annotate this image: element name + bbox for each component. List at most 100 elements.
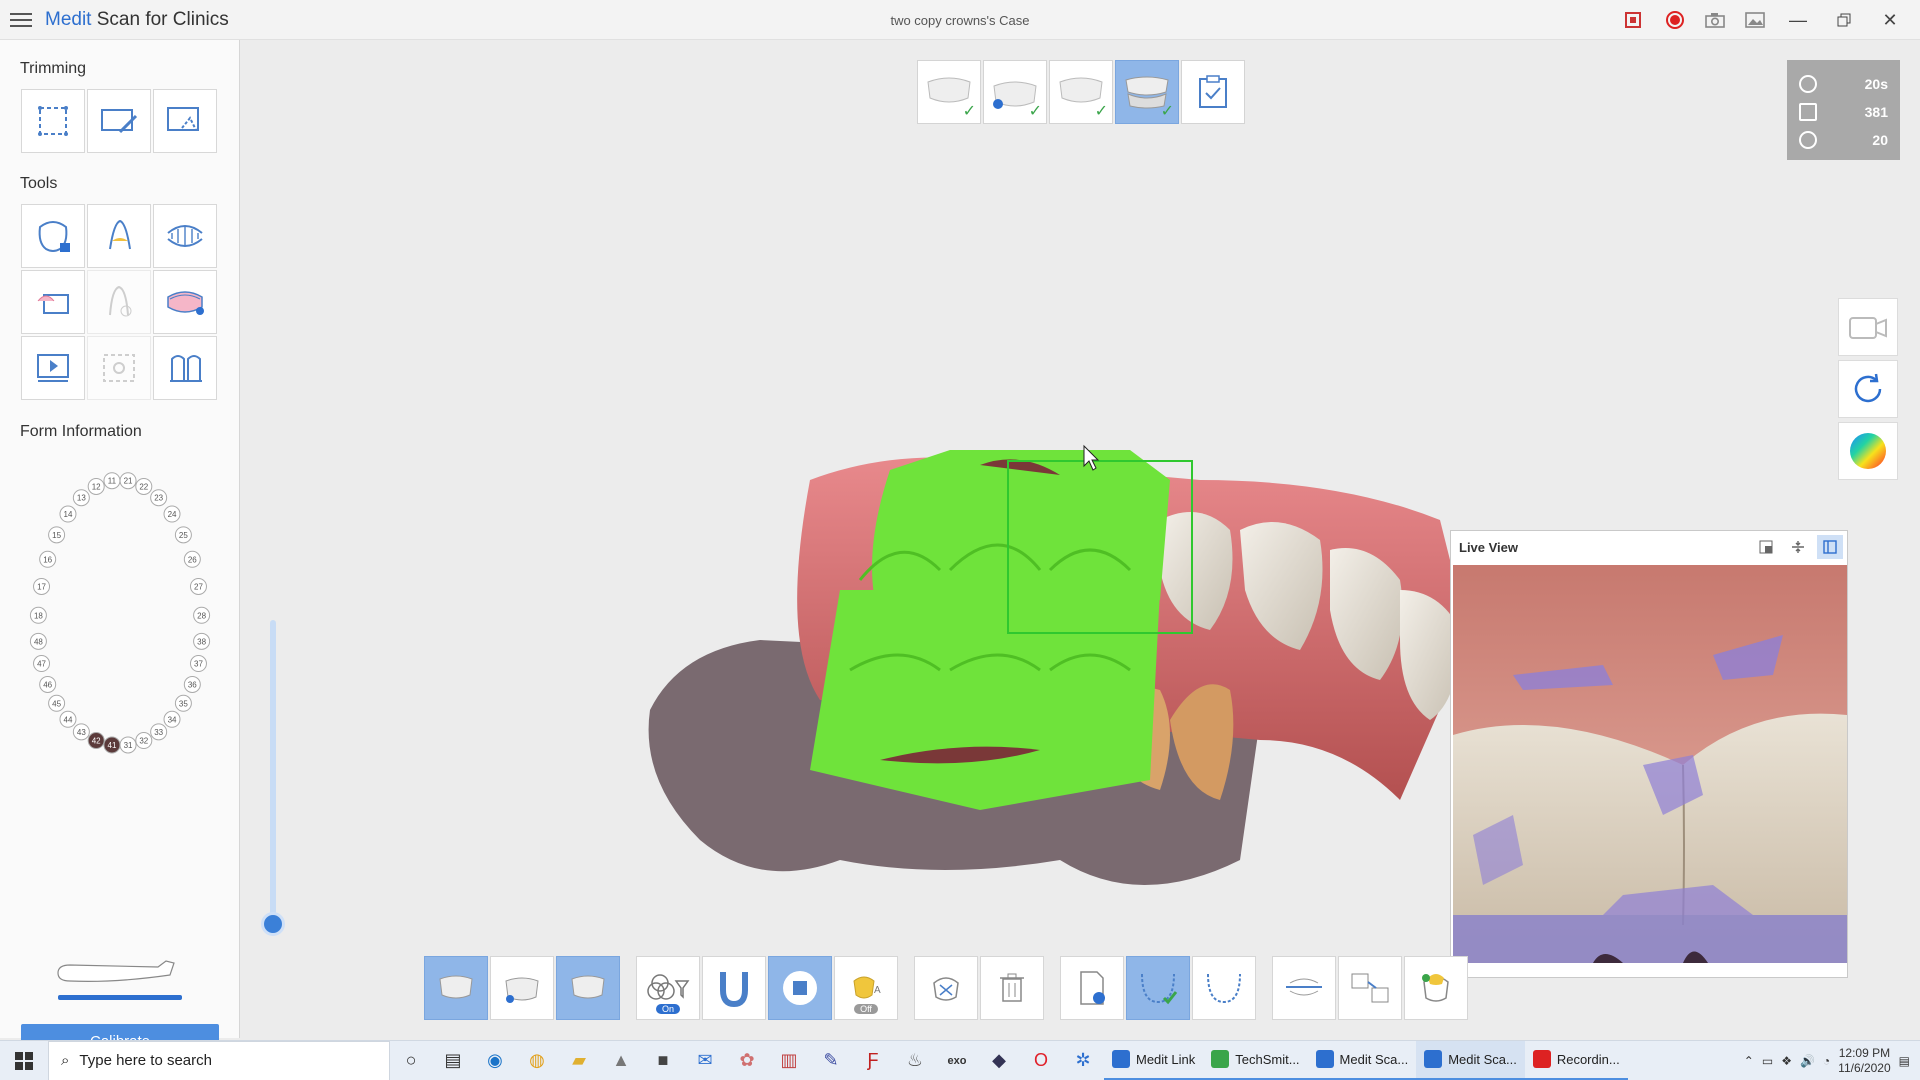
video-camera-button[interactable] (1838, 298, 1898, 356)
stage-complete[interactable] (1181, 60, 1245, 124)
tooth-35[interactable]: 35 (174, 694, 192, 712)
lock-scan-button[interactable] (21, 204, 85, 268)
layout-icon[interactable] (1817, 535, 1843, 559)
texture-tool-button[interactable] (21, 270, 85, 334)
tooth-32[interactable]: 32 (135, 732, 153, 750)
tooth-21[interactable]: 21 (119, 472, 137, 490)
network-icon[interactable]: ◔ (1823, 1054, 1830, 1068)
polygon-trim-button[interactable] (153, 89, 217, 153)
align-data-button[interactable] (1338, 956, 1402, 1020)
clock[interactable]: 12:09 PM 11/6/2020 (1838, 1046, 1891, 1076)
measure-tool-button[interactable] (153, 336, 217, 400)
edge-icon[interactable]: ◉ (474, 1041, 516, 1080)
tooth-12[interactable]: 12 (87, 477, 105, 495)
taskbar-app-medit-link[interactable]: Medit Link (1104, 1041, 1204, 1080)
scanner-app-icon[interactable]: ♨ (894, 1041, 936, 1080)
ai-scan-button[interactable]: A Off (834, 956, 898, 1020)
tooth-16[interactable]: 16 (39, 550, 57, 568)
settings-gear-icon[interactable]: ✲ (1062, 1041, 1104, 1080)
capture-button[interactable] (87, 336, 151, 400)
opera-icon[interactable]: O (1020, 1041, 1062, 1080)
tooth-15[interactable]: 15 (48, 526, 66, 544)
stop-scan-button[interactable] (768, 956, 832, 1020)
brush-trim-button[interactable] (87, 89, 151, 153)
battery-icon[interactable]: ▭ (1762, 1054, 1773, 1068)
tooth-42[interactable]: 42 (87, 732, 105, 750)
taskbar-app-medit-scan-1[interactable]: Medit Sca... (1307, 1041, 1417, 1080)
occlusion-analysis-button[interactable] (1272, 956, 1336, 1020)
scan-occlusion-button[interactable] (556, 956, 620, 1020)
camera-icon[interactable] (1698, 8, 1732, 32)
arch-mode-button[interactable] (702, 956, 766, 1020)
remove-data-button[interactable] (914, 956, 978, 1020)
taskbar-app-recording[interactable]: Recordin... (1524, 1041, 1628, 1080)
tooth-23[interactable]: 23 (150, 489, 168, 507)
reset-view-button[interactable] (1838, 360, 1898, 418)
tooth-17[interactable]: 17 (33, 577, 51, 595)
tooth-24[interactable]: 24 (163, 505, 181, 523)
scan-maxilla-button[interactable] (424, 956, 488, 1020)
photos-icon[interactable]: ▲ (600, 1041, 642, 1080)
color-map-button[interactable] (1838, 422, 1898, 480)
bite-tool-button[interactable] (153, 204, 217, 268)
upper-arch-complete-button[interactable] (1126, 956, 1190, 1020)
tooth-18[interactable]: 18 (29, 606, 47, 624)
books-icon[interactable]: ▥ (768, 1041, 810, 1080)
tooth-25[interactable]: 25 (174, 526, 192, 544)
margin-tool-button[interactable] (87, 204, 151, 268)
tooth-14[interactable]: 14 (59, 505, 77, 523)
task-view-icon[interactable]: ▤ (432, 1041, 474, 1080)
tooth-48[interactable]: 48 (29, 632, 47, 650)
chevron-up-icon[interactable]: ⌃ (1744, 1054, 1754, 1068)
stage-mandible[interactable]: ✓ (983, 60, 1047, 124)
stage-maxilla[interactable]: ✓ (917, 60, 981, 124)
tooth-33[interactable]: 33 (150, 723, 168, 741)
filezilla-icon[interactable]: Ƒ (852, 1041, 894, 1080)
tooth-31[interactable]: 31 (119, 736, 137, 754)
live-view-panel[interactable]: Live View (1450, 530, 1848, 978)
tooth-11[interactable]: 11 (103, 472, 121, 490)
tooth-tool-button[interactable] (87, 270, 151, 334)
app-icon[interactable]: ◆ (978, 1041, 1020, 1080)
taskbar-app-techsmith[interactable]: TechSmit... (1203, 1041, 1308, 1080)
dropbox-icon[interactable]: ❖ (1781, 1054, 1792, 1068)
tooth-26[interactable]: 26 (183, 550, 201, 568)
minimize-button[interactable]: — (1778, 8, 1818, 32)
lasso-trim-button[interactable] (21, 89, 85, 153)
stage-pre-op[interactable]: ✓ (1049, 60, 1113, 124)
menu-icon[interactable] (10, 10, 32, 30)
store-icon[interactable]: ■ (642, 1041, 684, 1080)
scan-depth-slider[interactable] (270, 620, 276, 920)
stage-occlusion[interactable]: ✓ (1115, 60, 1179, 124)
volume-icon[interactable]: 🔊 (1800, 1054, 1815, 1068)
exocad-icon[interactable]: exo (936, 1041, 978, 1080)
chrome-icon[interactable]: ◍ (516, 1041, 558, 1080)
gallery-icon[interactable] (1738, 8, 1772, 32)
tooth-45[interactable]: 45 (48, 694, 66, 712)
filter-toggle-button[interactable]: On (636, 956, 700, 1020)
tooth-13[interactable]: 13 (72, 489, 90, 507)
tooth-47[interactable]: 47 (33, 655, 51, 673)
cortana-icon[interactable]: ○ (390, 1041, 432, 1080)
slider-handle[interactable] (261, 912, 285, 936)
tooth-27[interactable]: 27 (189, 577, 207, 595)
mail-icon[interactable]: ✉ (684, 1041, 726, 1080)
taskbar-app-medit-scan-2[interactable]: Medit Sca... (1416, 1040, 1525, 1080)
record-icon[interactable] (1658, 8, 1692, 32)
close-button[interactable]: ✕ (1870, 8, 1910, 32)
screen-record-icon[interactable] (1618, 8, 1652, 32)
windows-start-button[interactable] (0, 1041, 48, 1080)
scan-mandible-button[interactable] (490, 956, 554, 1020)
smart-color-button[interactable] (1404, 956, 1468, 1020)
3d-scan-model[interactable] (640, 440, 1470, 900)
file-explorer-icon[interactable]: ▰ (558, 1041, 600, 1080)
taskbar-search[interactable]: ⌕ Type here to search (48, 1040, 390, 1080)
tooth-22[interactable]: 22 (135, 477, 153, 495)
tooth-41[interactable]: 41 (103, 736, 121, 754)
tooth-28[interactable]: 28 (193, 606, 211, 624)
playback-button[interactable] (21, 336, 85, 400)
import-button[interactable] (1060, 956, 1124, 1020)
collapse-icon[interactable] (1785, 535, 1811, 559)
restore-button[interactable] (1824, 8, 1864, 32)
paint-icon[interactable]: ✿ (726, 1041, 768, 1080)
